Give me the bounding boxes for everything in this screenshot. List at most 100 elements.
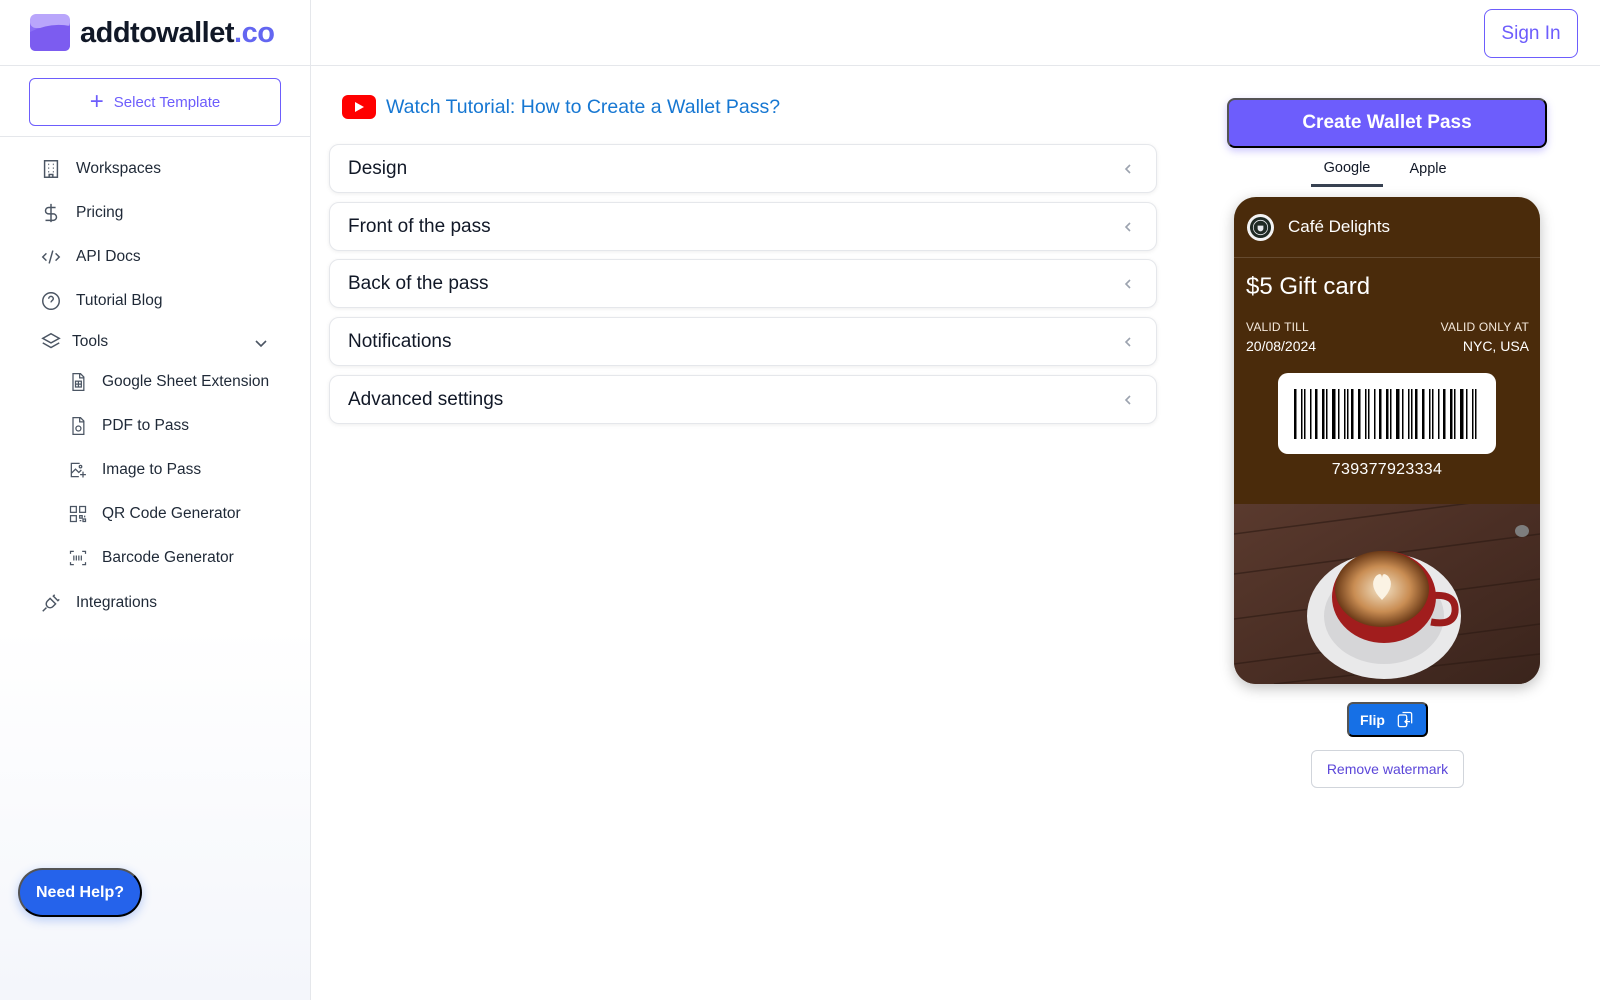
barcode-bar [1432, 388, 1434, 439]
barcode-bar [1408, 388, 1410, 439]
select-template-button[interactable]: + Select Template [29, 78, 281, 126]
sidebar-item-tools[interactable]: Tools [40, 331, 108, 353]
plug-icon [42, 594, 60, 612]
section-title: Notifications [348, 330, 452, 352]
barcode-bar [1386, 388, 1389, 439]
need-help-button[interactable]: Need Help? [18, 868, 142, 917]
barcode-bar [1450, 388, 1453, 439]
tool-item-google-sheet-extension[interactable]: Google Sheet Extension [68, 372, 269, 392]
barcode-bar [1475, 388, 1477, 439]
sidebar-item-workspaces[interactable]: Workspaces [40, 158, 161, 180]
barcode-bar [1472, 388, 1474, 439]
barcode-scan-icon [69, 550, 87, 566]
barcode-bar [1402, 388, 1404, 439]
barcode-bar [1379, 388, 1382, 439]
sidebar-item-api-docs[interactable]: API Docs [40, 246, 141, 268]
remove-watermark-button[interactable]: Remove watermark [1311, 750, 1464, 788]
flip-button[interactable]: Flip [1347, 702, 1428, 737]
sidebar: + Select Template Workspaces Pricing API… [0, 66, 311, 1000]
layers-icon [41, 332, 61, 349]
barcode-bar [1358, 388, 1361, 439]
plus-icon: + [89, 88, 104, 115]
section-title: Back of the pass [348, 272, 489, 294]
qr-icon [69, 505, 87, 523]
barcode-bar [1390, 388, 1392, 439]
top-bar: addtowallet.co Sign In [0, 0, 1600, 66]
barcode-bar [1438, 388, 1440, 439]
coffee-cup-image [1234, 504, 1540, 684]
barcode-bar [1332, 388, 1336, 439]
sidebar-item-tutorial-blog[interactable]: Tutorial Blog [40, 290, 162, 312]
valid-at-label: VALID ONLY AT [1440, 320, 1529, 334]
barcode-bar [1365, 388, 1367, 439]
flip-label: Flip [1360, 711, 1385, 728]
tab-apple[interactable]: Apple [1398, 161, 1458, 177]
barcode-bar [1304, 388, 1306, 439]
chevron-down-icon[interactable] [254, 336, 268, 350]
barcode-bar [1368, 388, 1370, 439]
barcode-bar [1338, 388, 1340, 439]
barcode-bar [1351, 388, 1354, 439]
section-title: Advanced settings [348, 388, 504, 410]
tool-item-image-to-pass[interactable]: Image to Pass [68, 460, 201, 480]
tab-google[interactable]: Google [1311, 160, 1383, 187]
sidebar-item-label: Integrations [76, 594, 157, 611]
barcode-bar [1344, 388, 1346, 439]
barcode-bar [1460, 388, 1464, 439]
image-icon [70, 462, 86, 478]
section-back-of-pass[interactable]: Back of the pass [329, 259, 1157, 308]
tool-item-qr-code-generator[interactable]: QR Code Generator [68, 504, 241, 524]
sidebar-item-integrations[interactable]: Integrations [40, 592, 157, 614]
tool-item-barcode-generator[interactable]: Barcode Generator [68, 548, 234, 568]
sidebar-divider [0, 136, 311, 137]
sign-in-button[interactable]: Sign In [1484, 9, 1578, 58]
barcode-bar [1443, 388, 1446, 439]
barcode-bar [1466, 388, 1468, 439]
barcode-bar [1411, 388, 1413, 439]
tool-item-label: QR Code Generator [102, 505, 241, 522]
sidebar-item-label: API Docs [76, 248, 141, 265]
tool-item-label: Google Sheet Extension [102, 373, 270, 390]
section-notifications[interactable]: Notifications [329, 317, 1157, 366]
barcode-bar [1310, 388, 1312, 439]
wallet-pass-preview: Café Delights $5 Gift card VALID TILL 20… [1234, 197, 1540, 684]
section-front-of-pass[interactable]: Front of the pass [329, 202, 1157, 251]
tutorial-link-label: Watch Tutorial: How to Create a Wallet P… [386, 95, 781, 118]
barcode-bar [1374, 388, 1376, 439]
barcode-bar [1326, 388, 1328, 439]
tool-item-pdf-to-pass[interactable]: PDF to Pass [68, 416, 189, 436]
sidebar-item-label: Tools [72, 333, 109, 350]
chevron-left-icon [1124, 394, 1131, 405]
barcode-bar [1415, 388, 1418, 439]
barcode [1278, 373, 1496, 454]
barcode-bar [1294, 388, 1297, 439]
barcode-bar [1396, 388, 1400, 439]
tool-item-label: PDF to Pass [102, 417, 189, 434]
building-icon [43, 160, 59, 178]
sidebar-item-label: Workspaces [76, 160, 161, 177]
help-circle-icon [42, 292, 60, 310]
sidebar-item-label: Pricing [76, 204, 124, 221]
chevron-left-icon [1124, 221, 1131, 232]
chevron-left-icon [1124, 278, 1131, 289]
logo[interactable]: addtowallet.co [30, 14, 275, 52]
pdf-icon [72, 417, 85, 435]
barcode-bar [1322, 388, 1325, 439]
sidebar-item-pricing[interactable]: Pricing [40, 202, 123, 224]
section-title: Design [348, 157, 408, 179]
section-advanced-settings[interactable]: Advanced settings [329, 375, 1157, 424]
wallet-logo-icon [30, 14, 70, 51]
select-template-label: Select Template [113, 93, 221, 111]
tool-item-label: Image to Pass [102, 461, 202, 478]
barcode-number: 739377923334 [1331, 461, 1443, 478]
chevron-left-icon [1124, 336, 1131, 347]
tutorial-link[interactable]: Watch Tutorial: How to Create a Wallet P… [342, 95, 780, 119]
code-icon [41, 250, 61, 264]
valid-at-value: NYC, USA [1462, 338, 1529, 354]
create-wallet-pass-button[interactable]: Create Wallet Pass [1227, 98, 1547, 148]
pass-header: Café Delights [1234, 197, 1540, 258]
tool-item-label: Barcode Generator [102, 549, 234, 566]
section-design[interactable]: Design [329, 144, 1157, 193]
business-name: Café Delights [1288, 217, 1391, 236]
pass-title: $5 Gift card [1246, 273, 1371, 300]
